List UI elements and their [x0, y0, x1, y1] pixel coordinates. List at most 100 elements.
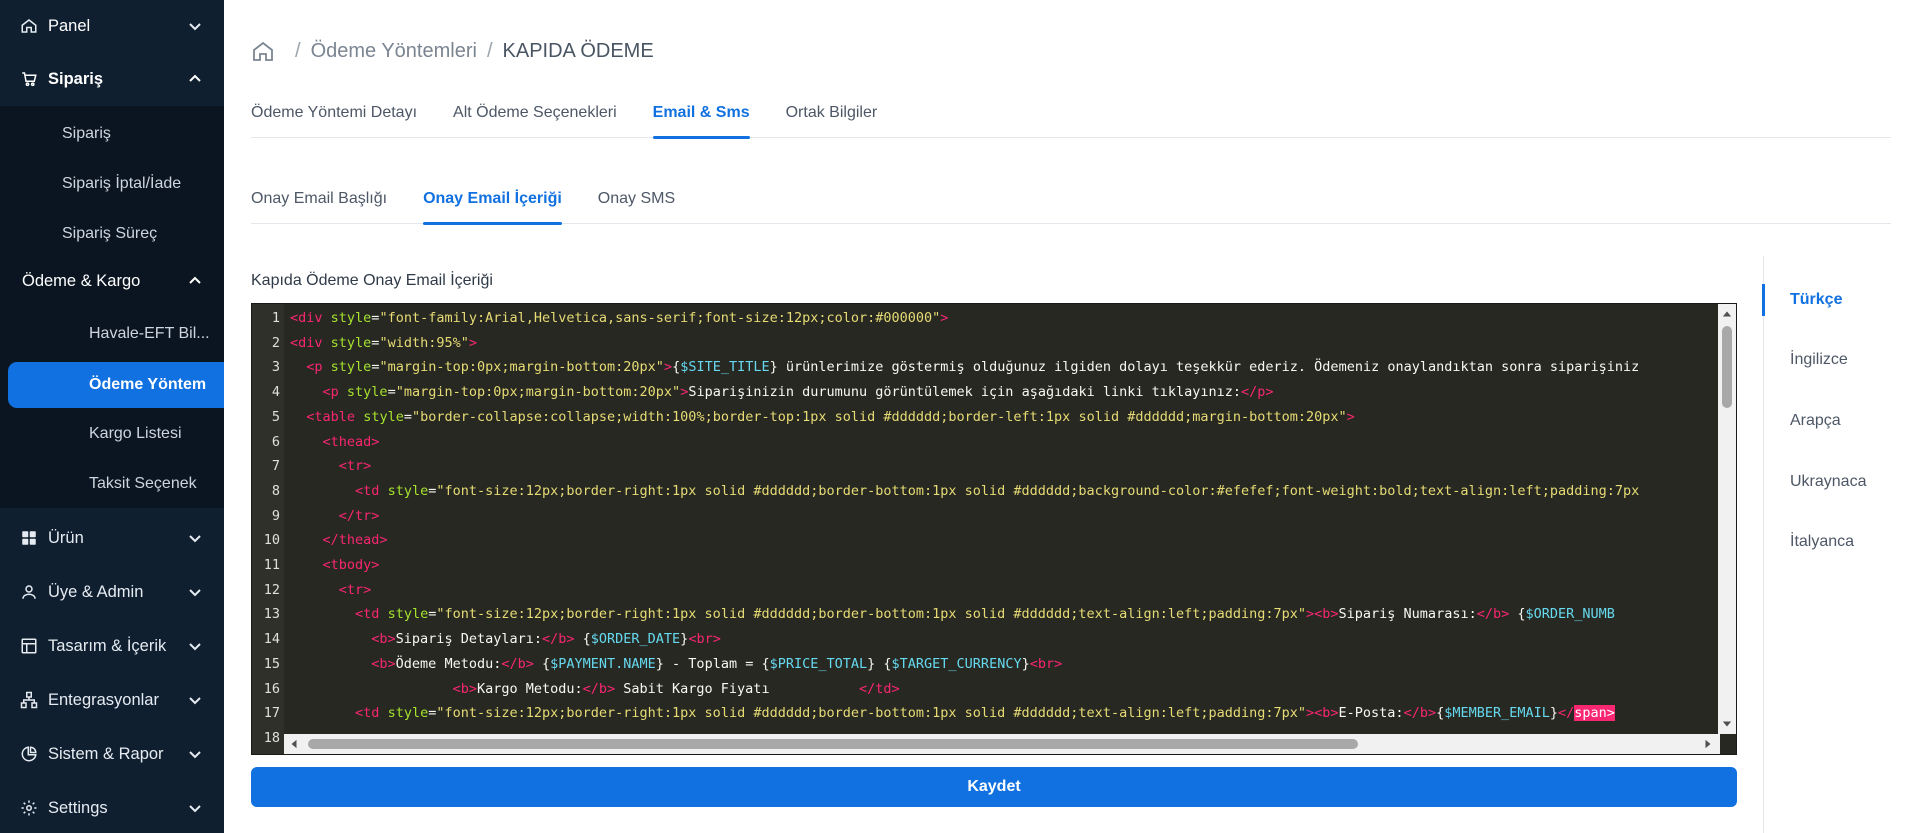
- sidebar-subitem-siparis[interactable]: Sipariş: [0, 110, 224, 158]
- lang-turkce[interactable]: Türkçe: [1762, 280, 1912, 320]
- line-number: 18: [263, 729, 280, 746]
- sidebar-submenu: Sipariş Sipariş İptal/İade Sipariş Süreç…: [0, 106, 224, 508]
- sidebar-item-entegrasyonlar[interactable]: Entegrasyonlar: [0, 674, 224, 726]
- sidebar-item-label: Üye & Admin: [48, 582, 144, 601]
- sidebar-item-label: Settings: [48, 798, 108, 817]
- line-number: 11: [263, 557, 280, 573]
- sidebar-item-label: Entegrasyonlar: [48, 690, 159, 709]
- line-number: 12: [263, 581, 280, 598]
- sidebar-subitem-label: Sipariş İptal/İade: [62, 175, 182, 192]
- code-line: 3 <p style="margin-top:0px;margin-bottom…: [252, 355, 1712, 380]
- sidebar-item-label: Ödeme & Kargo: [22, 271, 141, 290]
- sidebar-item-panel[interactable]: Panel: [0, 0, 224, 52]
- chevron-down-icon: [188, 693, 202, 707]
- line-number: 10: [263, 532, 280, 549]
- code-line: 10 </thead>: [252, 528, 1712, 553]
- lang-italyanca[interactable]: İtalyanca: [1764, 522, 1912, 562]
- line-number: 9: [271, 507, 280, 524]
- sub-tabs: Onay Email Başlığı Onay Email İçeriği On…: [251, 182, 1891, 225]
- breadcrumb-item-odeme-yontemleri[interactable]: Ödeme Yöntemleri: [311, 40, 477, 63]
- main-content: / Ödeme Yöntemleri / KAPIDA ÖDEME Ödeme …: [251, 0, 1891, 833]
- line-number: 14: [263, 631, 280, 648]
- code-line: 12 <tr>: [252, 578, 1712, 603]
- scroll-right-icon[interactable]: [1702, 738, 1714, 750]
- grid-icon: [20, 529, 38, 547]
- line-number: 2: [271, 334, 280, 351]
- sidebar-item-odeme-kargo[interactable]: Ödeme & Kargo: [0, 255, 224, 307]
- horizontal-scrollbar[interactable]: [284, 734, 1720, 754]
- sidebar-subitem-odeme-yontem[interactable]: Ödeme Yöntem: [8, 362, 224, 408]
- tab-onay-sms[interactable]: Onay SMS: [598, 182, 675, 224]
- code-line: 4 <p style="margin-top:0px;margin-bottom…: [252, 380, 1712, 405]
- horizontal-scroll-thumb[interactable]: [308, 739, 1358, 749]
- sidebar-subitem-kargo-listesi[interactable]: Kargo Listesi: [0, 410, 224, 458]
- tab-odeme-yontemi-detayi[interactable]: Ödeme Yöntemi Detayı: [251, 96, 417, 138]
- sidebar-subitem-label: Sipariş: [62, 125, 111, 142]
- sidebar-subitem-label: Sipariş Süreç: [62, 225, 158, 242]
- vertical-scrollbar[interactable]: [1718, 304, 1736, 734]
- scroll-up-icon[interactable]: [1721, 308, 1733, 320]
- save-button[interactable]: Kaydet: [251, 767, 1737, 807]
- lang-ingilizce[interactable]: İngilizce: [1764, 340, 1912, 380]
- line-number: 7: [271, 458, 280, 475]
- sidebar-item-tasarim[interactable]: Tasarım & İçerik: [0, 620, 224, 672]
- code-line: 5 <table style="border-collapse:collapse…: [252, 405, 1712, 430]
- line-number: 3: [271, 359, 280, 376]
- code-line: 17 <td style="font-size:12px;border-righ…: [252, 701, 1712, 726]
- chevron-up-icon: [188, 274, 202, 288]
- chevron-down-icon: [188, 639, 202, 653]
- sidebar-item-label: Ürün: [48, 528, 84, 547]
- code-line: 15 <b>Ödeme Metodu:</b> {$PAYMENT.NAME} …: [252, 652, 1712, 677]
- sidebar-item-sistem-rapor[interactable]: Sistem & Rapor: [0, 728, 224, 780]
- sidebar-subitem-havale-eft[interactable]: Havale-EFT Bil...: [0, 310, 224, 358]
- sidebar-item-uye-admin[interactable]: Üye & Admin: [0, 566, 224, 618]
- main-tabs: Ödeme Yöntemi Detayı Alt Ödeme Seçenekle…: [251, 96, 1891, 139]
- layout-icon: [20, 637, 38, 655]
- sidebar-subitem-label: Ödeme Yöntem: [89, 376, 207, 393]
- vertical-scroll-thumb[interactable]: [1722, 326, 1732, 408]
- code-line: 14 <b>Sipariş Detayları:</b> {$ORDER_DAT…: [252, 627, 1712, 652]
- line-number: 17: [263, 705, 280, 722]
- sidebar-item-label: Sistem & Rapor: [48, 744, 164, 763]
- chevron-up-icon: [188, 72, 202, 86]
- home-icon: [20, 17, 38, 35]
- scroll-left-icon[interactable]: [288, 738, 300, 750]
- sidebar-item-urun[interactable]: Ürün: [0, 512, 224, 564]
- sidebar-subitem-siparis-iptal[interactable]: Sipariş İptal/İade: [0, 160, 224, 208]
- tab-onay-email-basligi[interactable]: Onay Email Başlığı: [251, 182, 387, 224]
- code-line: 1 <div style="font-family:Arial,Helvetica…: [252, 306, 1712, 331]
- breadcrumb-separator: /: [486, 39, 493, 62]
- code-editor[interactable]: 1 <div style="font-family:Arial,Helvetica…: [251, 303, 1737, 755]
- sidebar-item-siparis[interactable]: Sipariş: [0, 53, 224, 105]
- chevron-down-icon: [188, 19, 202, 33]
- scroll-down-icon[interactable]: [1721, 718, 1733, 730]
- breadcrumb: / Ödeme Yöntemleri / KAPIDA ÖDEME: [251, 36, 654, 66]
- sidebar-subitem-siparis-surec[interactable]: Sipariş Süreç: [0, 210, 224, 258]
- chevron-down-icon: [188, 801, 202, 815]
- sidebar-subitem-label: Kargo Listesi: [89, 425, 182, 442]
- tab-alt-odeme-secenekleri[interactable]: Alt Ödeme Seçenekleri: [453, 96, 617, 138]
- line-number: 1: [271, 310, 280, 326]
- editor-label: Kapıda Ödeme Onay Email İçeriği: [251, 272, 493, 289]
- lang-ukraynaca[interactable]: Ukraynaca: [1764, 462, 1912, 502]
- tab-onay-email-icerigi[interactable]: Onay Email İçeriği: [423, 182, 562, 225]
- chevron-down-icon: [188, 585, 202, 599]
- sidebar-item-settings[interactable]: Settings: [0, 782, 224, 833]
- chevron-down-icon: [188, 531, 202, 545]
- code-line: 2 <div style="width:95%">: [252, 331, 1712, 356]
- sidebar-subitem-taksit[interactable]: Taksit Seçenek: [0, 460, 224, 508]
- code-line: 11 <tbody>: [252, 553, 1712, 578]
- lang-arapca[interactable]: Arapça: [1764, 401, 1912, 441]
- home-icon[interactable]: [251, 39, 275, 63]
- tab-ortak-bilgiler[interactable]: Ortak Bilgiler: [786, 96, 878, 138]
- sidebar-subitem-label: Havale-EFT Bil...: [89, 325, 210, 342]
- code-line: 7 <tr>: [252, 454, 1712, 479]
- line-number: 6: [271, 433, 280, 450]
- network-icon: [20, 691, 38, 709]
- tab-email-sms[interactable]: Email & Sms: [652, 96, 750, 139]
- pie-chart-icon: [20, 745, 38, 763]
- language-nav: Türkçe İngilizce Arapça Ukraynaca İtalya…: [1762, 256, 1912, 833]
- line-number: 4: [271, 384, 280, 401]
- code-line: 8 <td style="font-size:12px;border-right…: [252, 479, 1712, 504]
- breadcrumb-separator: /: [295, 39, 301, 62]
